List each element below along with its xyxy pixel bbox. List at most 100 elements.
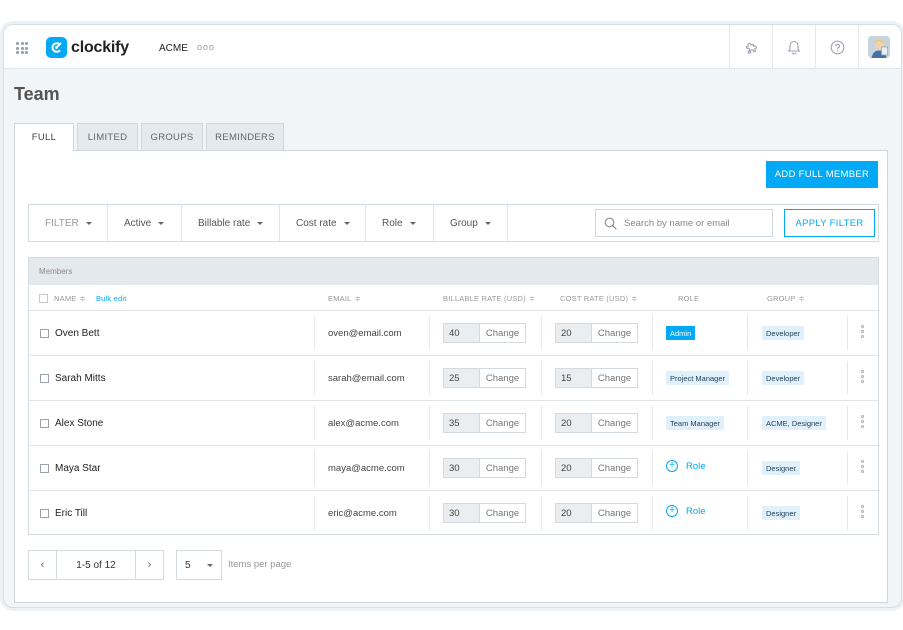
apps-grid-icon[interactable] bbox=[16, 42, 28, 54]
kebab-menu-icon[interactable] bbox=[859, 460, 865, 475]
extension-button[interactable] bbox=[729, 25, 772, 69]
add-full-member-button[interactable]: ADD FULL MEMBER bbox=[766, 161, 878, 188]
change-cost-button[interactable]: Change bbox=[592, 414, 637, 432]
filter-group[interactable]: Group bbox=[434, 205, 508, 241]
member-name: Sarah Mitts bbox=[55, 372, 106, 384]
tab-bar: FULL LIMITED GROUPS REMINDERS bbox=[14, 123, 287, 151]
column-divider bbox=[747, 361, 748, 395]
notifications-button[interactable] bbox=[772, 25, 815, 69]
select-all-checkbox[interactable] bbox=[39, 293, 48, 303]
header-role: ROLE bbox=[678, 293, 700, 303]
profile-menu[interactable] bbox=[858, 25, 901, 69]
change-billable-button[interactable]: Change bbox=[480, 414, 525, 432]
column-divider bbox=[429, 316, 430, 350]
sort-icon: ≑ bbox=[798, 293, 805, 303]
page-title: Team bbox=[14, 84, 60, 104]
group-badge[interactable]: ACME, Designer bbox=[762, 416, 826, 430]
bulk-edit-link[interactable]: Bulk edit bbox=[96, 294, 127, 303]
column-divider bbox=[429, 496, 430, 530]
role-badge[interactable]: Project Manager bbox=[666, 371, 730, 385]
header-name: NAME ≑ Bulk edit bbox=[39, 285, 127, 311]
help-button[interactable] bbox=[815, 25, 858, 69]
change-billable-button[interactable]: Change bbox=[480, 459, 525, 477]
column-divider bbox=[847, 316, 848, 350]
items-per-page-select[interactable]: 5 bbox=[176, 550, 222, 580]
column-divider bbox=[652, 406, 653, 440]
row-checkbox[interactable] bbox=[40, 418, 49, 428]
change-cost-button[interactable]: Change bbox=[592, 369, 637, 387]
column-divider bbox=[541, 451, 542, 485]
column-divider bbox=[847, 361, 848, 395]
bell-icon bbox=[787, 40, 801, 54]
add-role-button[interactable]: + Role bbox=[666, 505, 706, 517]
table-row: Oven Bett oven@email.com 40 Change 20 Ch… bbox=[29, 311, 878, 356]
tab-full[interactable]: FULL bbox=[14, 123, 74, 151]
cost-rate-value: 15 bbox=[556, 369, 592, 387]
cost-rate-field: 20 Change bbox=[555, 413, 638, 433]
header-email[interactable]: EMAIL ≑ bbox=[328, 285, 361, 311]
caret-down-icon bbox=[158, 221, 165, 225]
more-horizontal-icon[interactable]: ooo bbox=[197, 42, 215, 52]
group-badge[interactable]: Developer bbox=[762, 371, 805, 385]
change-cost-button[interactable]: Change bbox=[592, 324, 637, 342]
column-name[interactable]: NAME bbox=[54, 294, 76, 303]
column-divider bbox=[747, 406, 748, 440]
column-divider bbox=[314, 406, 315, 440]
filter-label[interactable]: FILTER bbox=[29, 205, 108, 241]
billable-rate-field: 40 Change bbox=[443, 323, 526, 343]
add-role-button[interactable]: + Role bbox=[666, 460, 706, 472]
kebab-menu-icon[interactable] bbox=[859, 415, 865, 430]
filter-active[interactable]: Active bbox=[108, 205, 182, 241]
header-group[interactable]: GROUP ≑ bbox=[767, 285, 805, 311]
caret-down-icon bbox=[85, 221, 92, 225]
role-badge[interactable]: Team Manager bbox=[666, 416, 725, 430]
billable-rate-field: 30 Change bbox=[443, 458, 526, 478]
member-email: eric@acme.com bbox=[328, 507, 397, 519]
kebab-menu-icon[interactable] bbox=[859, 505, 865, 520]
tab-limited[interactable]: LIMITED bbox=[77, 123, 138, 150]
billable-rate-field: 30 Change bbox=[443, 503, 526, 523]
row-checkbox[interactable] bbox=[40, 328, 49, 338]
member-name: Maya Star bbox=[55, 462, 101, 474]
search-icon bbox=[604, 217, 617, 230]
tab-groups[interactable]: GROUPS bbox=[141, 123, 203, 150]
row-checkbox[interactable] bbox=[40, 463, 49, 473]
filter-cost-rate[interactable]: Cost rate bbox=[280, 205, 366, 241]
kebab-menu-icon[interactable] bbox=[859, 370, 865, 385]
apply-filter-button[interactable]: APPLY FILTER bbox=[784, 209, 875, 237]
kebab-menu-icon[interactable] bbox=[859, 325, 865, 340]
change-cost-button[interactable]: Change bbox=[592, 459, 637, 477]
billable-rate-value: 30 bbox=[444, 504, 480, 522]
workspace-name[interactable]: ACME bbox=[159, 43, 188, 54]
group-badge[interactable]: Developer bbox=[762, 326, 805, 340]
member-email: sarah@email.com bbox=[328, 372, 405, 384]
row-checkbox[interactable] bbox=[40, 508, 49, 518]
tab-reminders[interactable]: REMINDERS bbox=[206, 123, 284, 150]
group-badge[interactable]: Designer bbox=[762, 461, 801, 475]
change-cost-button[interactable]: Change bbox=[592, 504, 637, 522]
row-checkbox[interactable] bbox=[40, 373, 49, 383]
cost-rate-value: 20 bbox=[556, 414, 592, 432]
member-name: Eric Till bbox=[55, 507, 88, 519]
column-divider bbox=[541, 361, 542, 395]
filter-role[interactable]: Role bbox=[366, 205, 434, 241]
group-badge[interactable]: Designer bbox=[762, 506, 801, 520]
header-billable-rate[interactable]: BILLABLE RATE (USD) ≑ bbox=[443, 285, 535, 311]
app-logo[interactable]: clockify bbox=[46, 37, 129, 58]
member-name: Oven Bett bbox=[55, 327, 100, 339]
filter-billable-rate[interactable]: Billable rate bbox=[182, 205, 280, 241]
chevron-left-icon[interactable]: ‹ bbox=[29, 551, 56, 579]
change-billable-button[interactable]: Change bbox=[480, 504, 525, 522]
header-cost-rate[interactable]: COST RATE (USD) ≑ bbox=[560, 285, 638, 311]
role-badge[interactable]: Admin bbox=[666, 326, 696, 340]
column-divider bbox=[314, 361, 315, 395]
column-divider bbox=[652, 451, 653, 485]
search-input[interactable]: Search by name or email bbox=[595, 209, 773, 237]
change-billable-button[interactable]: Change bbox=[480, 324, 525, 342]
cost-rate-value: 20 bbox=[556, 459, 592, 477]
chevron-right-icon[interactable]: › bbox=[136, 551, 163, 579]
billable-rate-value: 25 bbox=[444, 369, 480, 387]
change-billable-button[interactable]: Change bbox=[480, 369, 525, 387]
member-email: maya@acme.com bbox=[328, 462, 405, 474]
cost-rate-field: 20 Change bbox=[555, 323, 638, 343]
